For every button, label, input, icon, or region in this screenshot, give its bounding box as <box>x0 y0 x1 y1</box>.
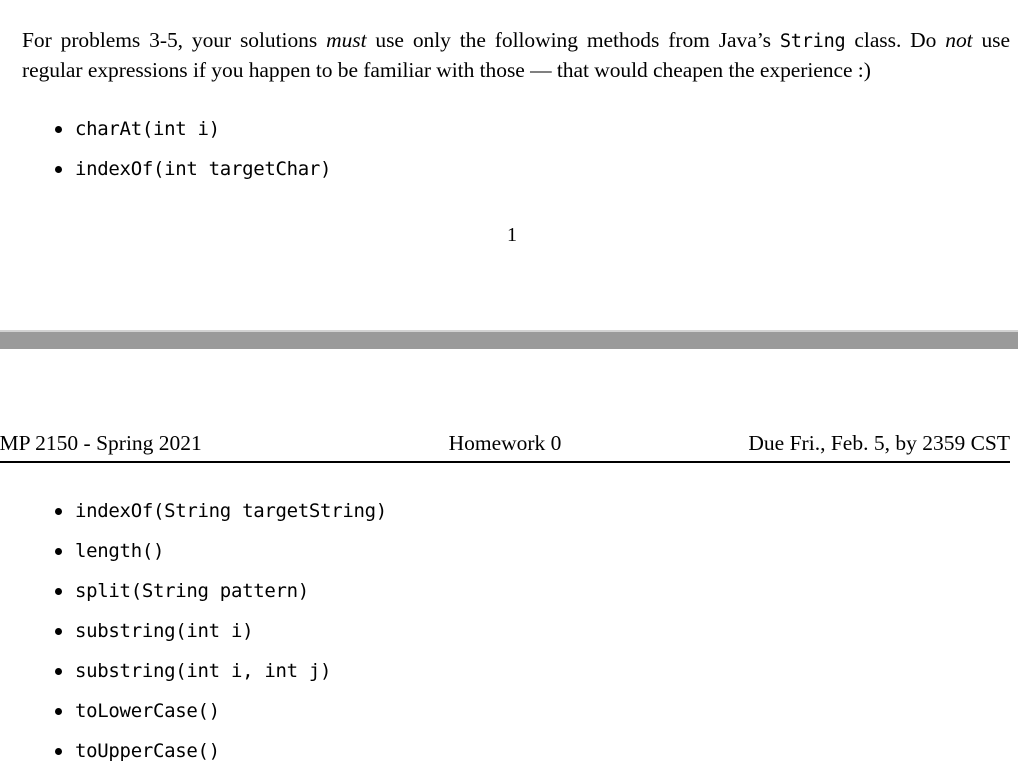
method-signature: substring(int i) <box>75 620 254 642</box>
page-separator <box>0 330 1018 351</box>
list-item: indexOf(int targetChar) <box>40 149 332 189</box>
list-item: toLowerCase() <box>40 691 387 731</box>
method-signature: substring(int i, int j) <box>75 660 332 682</box>
header-due-date: Due Fri., Feb. 5, by 2359 CST <box>748 431 1010 455</box>
paragraph-code-string: String <box>779 30 846 52</box>
paragraph-segment-2: use only the following methods from Java… <box>366 27 780 52</box>
list-item: split(String pattern) <box>40 571 387 611</box>
method-signature: toUpperCase() <box>75 740 220 762</box>
paragraph-segment-3: class. Do <box>845 27 946 52</box>
method-signature: charAt(int i) <box>75 118 220 140</box>
list-item: charAt(int i) <box>40 109 331 149</box>
running-header: OMP 2150 - Spring 2021 Homework 0 Due Fr… <box>0 431 1010 456</box>
bullet-icon <box>55 747 62 755</box>
paragraph-emphasis-not: not <box>945 27 973 52</box>
list-item: length() <box>40 531 387 571</box>
list-item: substring(int i) <box>40 611 387 651</box>
document-page-2: OMP 2150 - Spring 2021 Homework 0 Due Fr… <box>0 349 1024 772</box>
bullet-icon <box>55 627 62 635</box>
list-item: indexOf(String targetString) <box>40 491 387 531</box>
header-rule <box>0 461 1010 463</box>
bullet-icon <box>55 667 62 675</box>
bullet-icon <box>55 707 62 715</box>
method-signature: split(String pattern) <box>75 580 309 602</box>
bullet-icon <box>55 165 62 173</box>
method-signature: indexOf(String targetString) <box>75 500 387 522</box>
paragraph-emphasis-must: must <box>326 27 367 52</box>
header-course: OMP 2150 - Spring 2021 <box>0 431 202 455</box>
method-list-page-2: indexOf(String targetString) length() sp… <box>40 491 387 771</box>
bullet-icon <box>55 507 62 515</box>
instructions-paragraph: For problems 3-5, your solutions must us… <box>22 26 1010 85</box>
list-item: toUpperCase() <box>40 731 387 771</box>
method-list-page-1: charAt(int i) indexOf(int targetChar) <box>40 109 332 189</box>
page-number: 1 <box>507 224 517 246</box>
method-signature: length() <box>75 540 165 562</box>
bullet-icon <box>55 547 62 555</box>
document-page-1: For problems 3-5, your solutions must us… <box>0 0 1024 330</box>
method-signature: toLowerCase() <box>75 700 220 722</box>
pdf-viewer[interactable]: For problems 3-5, your solutions must us… <box>0 0 1024 772</box>
bullet-icon <box>55 125 62 133</box>
paragraph-segment-1: For problems 3-5, your solutions <box>22 27 327 52</box>
bullet-icon <box>55 587 62 595</box>
method-signature: indexOf(int targetChar) <box>75 158 332 180</box>
list-item: substring(int i, int j) <box>40 651 387 691</box>
